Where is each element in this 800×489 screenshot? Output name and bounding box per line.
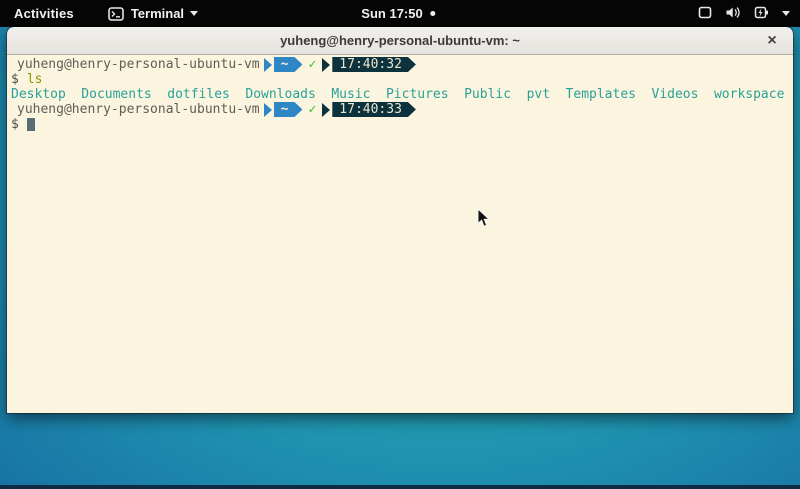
terminal-icon — [108, 7, 124, 21]
status-check-icon: ✓ — [308, 57, 316, 72]
top-bar: Activities Terminal Sun 17:50 — [0, 0, 800, 27]
directory-item: Videos — [652, 87, 699, 102]
battery-charging-icon — [754, 6, 769, 22]
activities-button[interactable]: Activities — [14, 6, 74, 21]
clock-label: Sun 17:50 — [361, 6, 422, 21]
window-title: yuheng@henry-personal-ubuntu-vm: ~ — [280, 33, 520, 48]
input-line[interactable]: $ — [9, 117, 791, 132]
clock-button[interactable]: Sun 17:50 — [361, 6, 435, 21]
powerline-arrow-icon — [322, 103, 330, 117]
app-menu-label: Terminal — [131, 6, 184, 21]
volume-icon — [725, 6, 741, 22]
system-status-area[interactable] — [698, 6, 790, 22]
directory-item: dotfiles — [167, 87, 230, 102]
directory-item: Pictures — [386, 87, 449, 102]
desktop-bottom-edge — [0, 485, 800, 489]
app-menu-button[interactable]: Terminal — [108, 6, 198, 21]
prompt-symbol: $ — [9, 72, 19, 87]
command-line: $ ls — [9, 72, 791, 87]
prompt-time-segment: 17:40:33 — [332, 102, 416, 117]
powerline-arrow-icon — [264, 58, 272, 72]
prompt-line-1: yuheng@henry-personal-ubuntu-vm ~ ✓ 17:4… — [9, 57, 791, 72]
terminal-window: yuheng@henry-personal-ubuntu-vm: ~ × yuh… — [7, 27, 793, 413]
prompt-time-segment: 17:40:32 — [332, 57, 416, 72]
prompt-path-segment: ~ — [274, 102, 303, 117]
prompt-line-2: yuheng@henry-personal-ubuntu-vm ~ ✓ 17:4… — [9, 102, 791, 117]
directory-item: Desktop — [11, 87, 66, 102]
prompt-path-segment: ~ — [274, 57, 303, 72]
chevron-down-icon — [782, 11, 790, 16]
powerline-arrow-icon — [264, 103, 272, 117]
prompt-symbol: $ — [9, 117, 19, 132]
command-text: ls — [27, 72, 43, 87]
directory-item: workspace — [714, 87, 784, 102]
close-button[interactable]: × — [761, 27, 783, 54]
powerline-arrow-icon — [322, 58, 330, 72]
window-titlebar[interactable]: yuheng@henry-personal-ubuntu-vm: ~ × — [7, 27, 793, 55]
directory-item: Documents — [81, 87, 151, 102]
ls-output-line: Desktop Documents dotfiles Downloads Mus… — [9, 87, 791, 102]
prompt-user: yuheng@henry-personal-ubuntu-vm — [9, 57, 260, 72]
directory-item: Templates — [566, 87, 636, 102]
chevron-down-icon — [190, 11, 198, 16]
text-cursor — [27, 118, 35, 131]
status-check-icon: ✓ — [308, 102, 316, 117]
directory-item: Public — [464, 87, 511, 102]
terminal-content[interactable]: yuheng@henry-personal-ubuntu-vm ~ ✓ 17:4… — [7, 55, 793, 413]
prompt-user: yuheng@henry-personal-ubuntu-vm — [9, 102, 260, 117]
directory-item: pvt — [527, 87, 550, 102]
directory-item: Music — [331, 87, 370, 102]
directory-item: Downloads — [245, 87, 315, 102]
notification-dot — [431, 11, 436, 16]
screen-icon — [698, 6, 712, 22]
